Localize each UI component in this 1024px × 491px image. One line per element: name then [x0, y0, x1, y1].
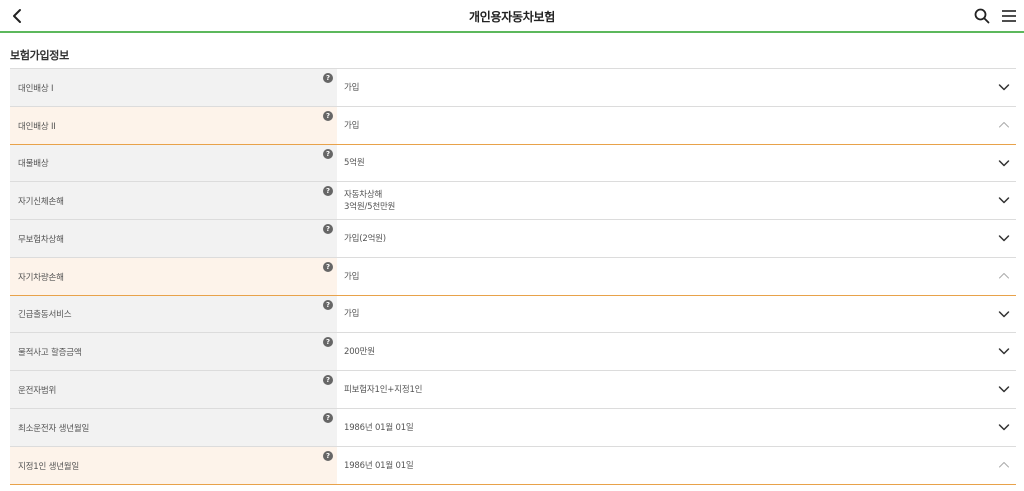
chevron-down-icon[interactable]	[998, 81, 1010, 93]
section-title: 보험가입정보	[10, 49, 69, 62]
coverage-label: 지정1인 생년월일	[18, 461, 80, 472]
coverage-label: 자기차량손해	[18, 272, 64, 283]
help-icon[interactable]: ?	[323, 300, 333, 310]
help-icon[interactable]: ?	[323, 262, 333, 272]
coverage-value: 가입	[344, 120, 360, 131]
help-icon[interactable]: ?	[323, 451, 333, 461]
coverage-row[interactable]: 운전자범위? 피보험자1인+지정1인	[10, 371, 1016, 409]
coverage-row[interactable]: 자기차량손해? 가입	[10, 258, 1016, 296]
coverage-label: 대물배상	[18, 159, 49, 169]
help-icon[interactable]: ?	[323, 375, 333, 385]
coverage-row[interactable]: 대인배상 I? 가입	[10, 69, 1016, 107]
coverage-label-cell: 운전자범위?	[10, 371, 337, 408]
help-icon[interactable]: ?	[323, 337, 333, 347]
coverage-label: 최소운전자 생년월일	[18, 423, 90, 434]
coverage-label: 자기신체손해	[18, 196, 64, 207]
search-icon	[974, 8, 990, 24]
coverage-label: 대인배상 II	[18, 121, 56, 132]
coverage-value-cell: 피보험자1인+지정1인	[337, 371, 1016, 408]
coverage-label: 물적사고 할증금액	[18, 347, 82, 358]
chevron-up-icon[interactable]	[998, 459, 1010, 471]
coverage-value: 가입(2억원)	[344, 233, 386, 244]
coverage-label-cell: 자기차량손해?	[10, 258, 337, 295]
coverage-row[interactable]: 긴급출동서비스? 가입	[10, 295, 1016, 333]
coverage-label-cell: 지정1인 생년월일?	[10, 447, 337, 484]
coverage-row[interactable]: 최소운전자 생년월일? 1986년 01월 01일	[10, 409, 1016, 447]
coverage-value: 200만원	[344, 346, 375, 357]
coverage-value-cell: 1986년 01월 01일	[337, 409, 1016, 446]
coverage-label-cell: 최소운전자 생년월일?	[10, 409, 337, 446]
coverage-row[interactable]: 대인배상 II? 가입	[10, 107, 1016, 145]
coverage-label: 무보험차상해	[18, 234, 64, 245]
chevron-down-icon[interactable]	[998, 345, 1010, 357]
coverage-value-detail: 3억원/5천만원	[344, 201, 396, 212]
coverage-value-cell: 가입	[337, 296, 1016, 332]
chevron-down-icon[interactable]	[998, 421, 1010, 433]
chevron-up-icon[interactable]	[998, 119, 1010, 131]
coverage-value-cell: 가입	[337, 69, 1016, 106]
help-icon[interactable]: ?	[323, 73, 333, 83]
coverage-label-cell: 무보험차상해?	[10, 220, 337, 257]
help-icon[interactable]: ?	[323, 149, 333, 159]
help-icon[interactable]: ?	[323, 186, 333, 196]
coverage-label-cell: 긴급출동서비스?	[10, 296, 337, 332]
coverage-label: 운전자범위	[18, 385, 57, 396]
chevron-down-icon[interactable]	[998, 383, 1010, 395]
coverage-value: 1986년 01월 01일	[344, 460, 414, 471]
coverage-label-cell: 자기신체손해?	[10, 182, 337, 219]
coverage-label: 대인배상 I	[18, 83, 54, 94]
coverage-value: 가입	[344, 82, 360, 93]
coverage-value: 가입	[344, 309, 360, 319]
top-app-bar: 개인용자동차보험	[0, 0, 1024, 33]
coverage-value: 가입	[344, 271, 360, 282]
coverage-label-cell: 대물배상?	[10, 145, 337, 181]
coverage-row[interactable]: 지정1인 생년월일? 1986년 01월 01일	[10, 447, 1016, 485]
coverage-value: 피보험자1인+지정1인	[344, 384, 423, 395]
coverage-value-cell: 가입	[337, 107, 1016, 144]
coverage-row[interactable]: 무보험차상해? 가입(2억원)	[10, 220, 1016, 258]
coverage-value-cell: 200만원	[337, 333, 1016, 370]
menu-button[interactable]	[998, 6, 1020, 26]
coverage-row[interactable]: 자기신체손해? 자동차상해 3억원/5천만원	[10, 182, 1016, 220]
help-icon[interactable]: ?	[323, 224, 333, 234]
help-icon[interactable]: ?	[323, 413, 333, 423]
coverage-value-cell: 1986년 01월 01일	[337, 447, 1016, 484]
coverage-row[interactable]: 대물배상? 5억원	[10, 144, 1016, 182]
coverage-value-cell: 자동차상해 3억원/5천만원	[337, 182, 1016, 219]
search-button[interactable]	[972, 6, 992, 26]
hamburger-menu-icon	[1002, 10, 1016, 22]
coverage-label-cell: 대인배상 II?	[10, 107, 337, 144]
coverage-value-cell: 가입	[337, 258, 1016, 295]
chevron-up-icon[interactable]	[998, 270, 1010, 282]
coverage-label: 긴급출동서비스	[18, 310, 72, 320]
chevron-down-icon[interactable]	[998, 194, 1010, 206]
coverage-label-cell: 물적사고 할증금액?	[10, 333, 337, 370]
chevron-down-icon[interactable]	[998, 232, 1010, 244]
help-icon[interactable]: ?	[323, 111, 333, 121]
chevron-down-icon[interactable]	[998, 157, 1010, 169]
coverage-row[interactable]: 물적사고 할증금액? 200만원	[10, 333, 1016, 371]
insurance-info-table: 대인배상 I? 가입 대인배상 II? 가입 대물배상? 5억원 자기신체손해? 자동차상해 3…	[10, 68, 1016, 485]
coverage-value: 5억원	[344, 158, 365, 168]
coverage-value-cell: 가입(2억원)	[337, 220, 1016, 257]
coverage-label-cell: 대인배상 I?	[10, 69, 337, 106]
chevron-down-icon[interactable]	[998, 308, 1010, 320]
coverage-value: 자동차상해	[344, 189, 383, 200]
coverage-value: 1986년 01월 01일	[344, 422, 414, 433]
page-title: 개인용자동차보험	[469, 10, 555, 24]
coverage-value-cell: 5억원	[337, 145, 1016, 181]
